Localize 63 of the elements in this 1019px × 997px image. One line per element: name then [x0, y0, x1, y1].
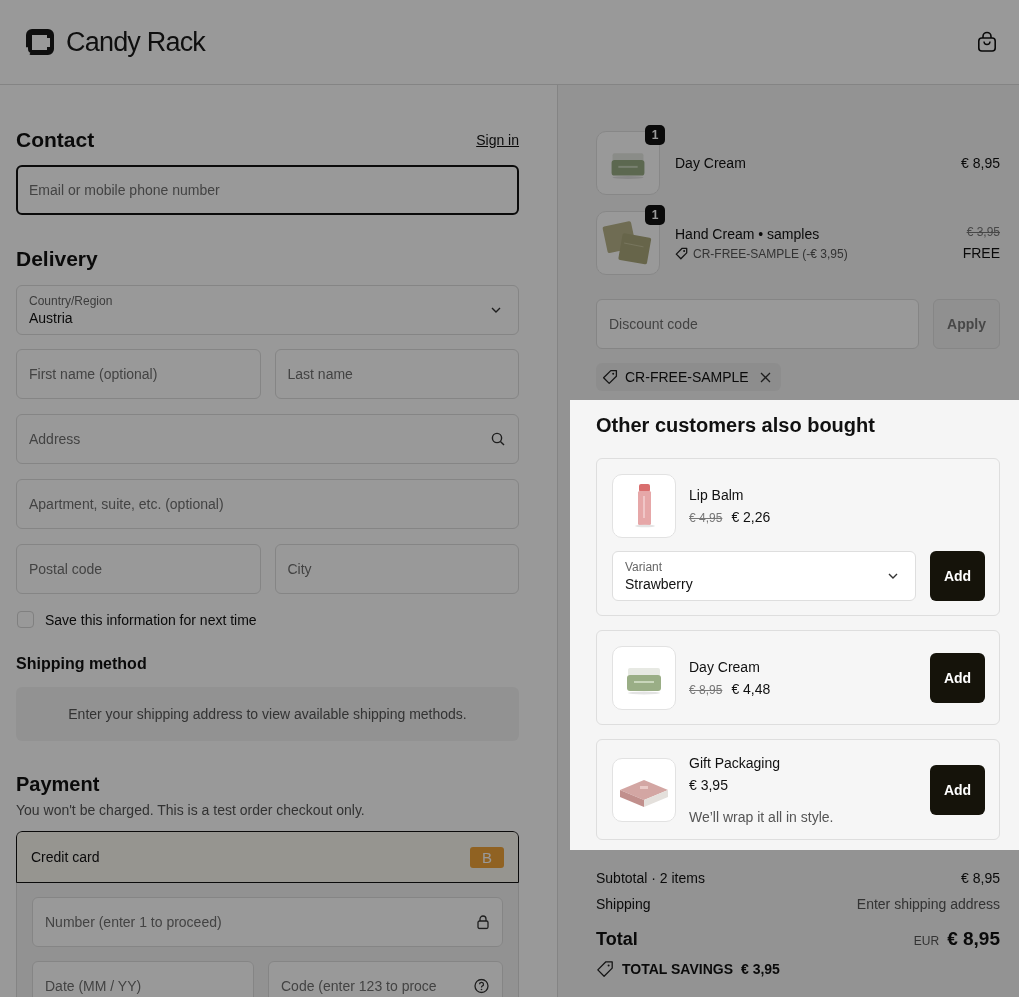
section-title: Other customers also bought [596, 414, 876, 437]
field-value: Austria [29, 310, 74, 326]
input-field[interactable]: Email or mobile phone number [16, 165, 519, 215]
section-title: Shipping method [16, 655, 148, 673]
country-select[interactable]: Country/Region Austria [16, 285, 519, 335]
chevron-down-icon [887, 572, 899, 580]
cart-button[interactable] [975, 29, 999, 55]
shipping-notice: Enter your shipping address to view available shipping methods. [16, 687, 519, 741]
add-button[interactable]: Add [930, 765, 985, 815]
savings-amount: € 3,95 [741, 961, 780, 977]
variant-select[interactable]: Variant Strawberry [612, 551, 916, 601]
discount-text: CR-FREE-SAMPLE (-€ 3,95) [693, 246, 848, 261]
bag-icon [977, 31, 997, 53]
original-price: € 4,95 [689, 511, 723, 525]
add-button[interactable]: Add [930, 551, 985, 601]
section-title: Payment [16, 773, 101, 796]
chevron-down-icon [490, 306, 502, 314]
product-name: Gift Packaging [689, 755, 782, 771]
lock-icon [477, 914, 489, 930]
summary-value: Enter shipping address [856, 896, 1000, 912]
price: FREE [962, 245, 1000, 261]
section-title: Delivery [16, 246, 99, 272]
product-name: Day Cream [675, 155, 747, 171]
payment-label: Credit card [31, 849, 100, 865]
sign-in-link[interactable]: Sign in [476, 132, 519, 148]
original-price: € 3,95 [966, 225, 1000, 239]
close-icon [759, 371, 771, 383]
payment-note: You won't be charged. This is a test order checkout only. [16, 802, 366, 818]
add-button[interactable]: Add [930, 653, 985, 703]
field-label: Country/Region [29, 294, 113, 308]
checkbox[interactable] [17, 611, 34, 628]
original-price: € 8,95 [689, 683, 723, 697]
summary-value: € 8,95 [961, 870, 1000, 886]
search-icon [491, 432, 505, 446]
section-title: Contact [16, 127, 95, 153]
price: € 4,48 [731, 681, 771, 697]
currency-code: EUR [913, 934, 940, 948]
quantity-badge: 1 [645, 125, 665, 145]
product-name: Hand Cream • samples [675, 225, 821, 242]
price: € 2,26 [731, 509, 771, 525]
product-note: We’ll wrap it all in style. [689, 809, 835, 825]
savings-label: TOTAL SAVINGS [622, 961, 733, 977]
quantity-badge: 1 [645, 205, 665, 225]
payment-option[interactable]: Credit card B [16, 831, 519, 883]
tag-icon [602, 369, 618, 385]
discount-code: CR-FREE-SAMPLE [625, 369, 749, 385]
checkbox-label: Save this information for next time [45, 611, 257, 628]
tag-icon [596, 960, 614, 978]
total-amount: € 8,95 [947, 928, 1000, 950]
summary-label: Subtotal · 2 items [596, 870, 705, 886]
field-label: Variant [625, 560, 664, 574]
logo-icon [24, 27, 56, 57]
field-value: Strawberry [625, 576, 693, 592]
tag-icon [675, 247, 688, 260]
product-name: Day Cream [689, 659, 761, 675]
product-name: Lip Balm [689, 487, 745, 503]
card-brand-badge: B [470, 846, 504, 868]
summary-label: Shipping [596, 896, 651, 912]
help-icon [474, 978, 489, 994]
price: € 8,95 [961, 155, 1000, 171]
logo-text[interactable]: Candy Rack [66, 26, 206, 58]
total-label: Total [596, 928, 638, 950]
price: € 3,95 [689, 777, 728, 793]
